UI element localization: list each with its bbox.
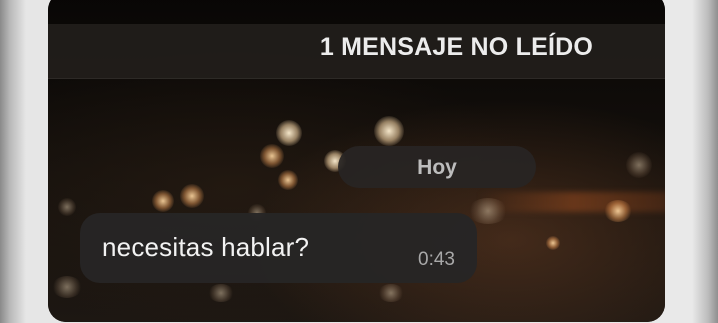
message-timestamp: 0:43 xyxy=(418,249,455,270)
wallpaper-light xyxy=(208,284,234,302)
photo-frame: 1 MENSAJE NO LEÍDO Hoy necesitas hablar?… xyxy=(0,0,718,323)
wallpaper-light xyxy=(180,184,204,208)
wallpaper-light xyxy=(152,190,174,212)
wallpaper-light xyxy=(604,200,632,222)
wallpaper-light xyxy=(378,284,404,302)
unread-messages-banner: 1 MENSAJE NO LEÍDO xyxy=(48,24,665,79)
chat-screen: 1 MENSAJE NO LEÍDO Hoy necesitas hablar?… xyxy=(48,0,665,322)
wallpaper-light xyxy=(52,276,82,298)
date-separator: Hoy xyxy=(338,146,536,188)
wallpaper-light xyxy=(468,198,508,224)
wallpaper-light xyxy=(276,120,302,146)
wallpaper-light xyxy=(58,198,76,216)
date-separator-label: Hoy xyxy=(417,156,457,179)
wallpaper-light xyxy=(626,152,652,178)
wallpaper-light xyxy=(260,144,284,168)
wallpaper-light xyxy=(374,116,404,146)
unread-messages-label: 1 MENSAJE NO LEÍDO xyxy=(319,33,593,61)
incoming-message-bubble[interactable]: necesitas hablar? 0:43 xyxy=(80,213,477,283)
wallpaper-light xyxy=(278,170,298,190)
wallpaper-light xyxy=(546,236,560,250)
message-text: necesitas hablar? xyxy=(102,232,310,262)
